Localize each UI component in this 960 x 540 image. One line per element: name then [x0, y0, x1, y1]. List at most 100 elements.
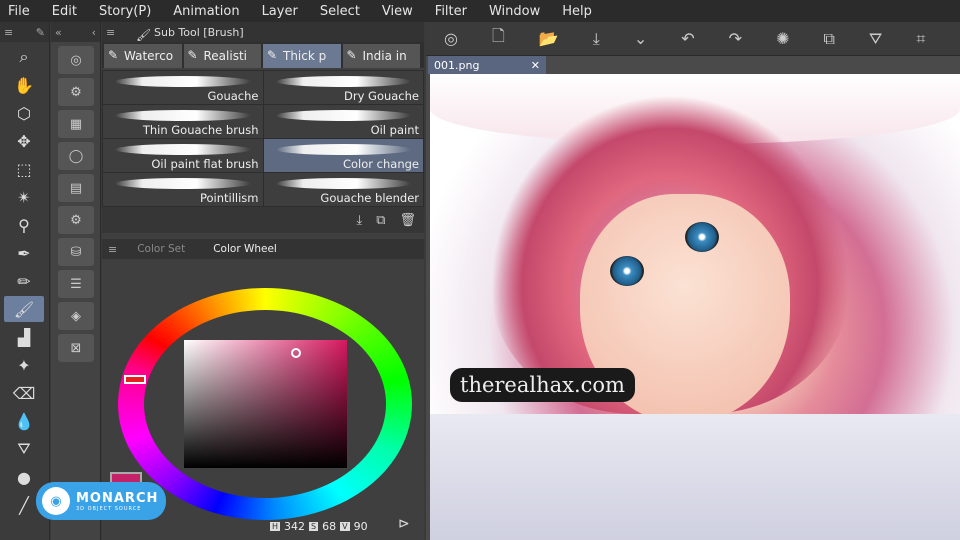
menu-story[interactable]: Story(P) — [99, 4, 151, 19]
hand-tool-icon[interactable]: ✋ — [4, 72, 44, 98]
shape-tool-icon[interactable]: ● — [4, 464, 44, 490]
tool-palette-header: ≡ ✎ — [0, 22, 49, 42]
s-label: S — [309, 522, 319, 531]
stroke-preview — [275, 144, 411, 155]
brush-oil-paint[interactable]: Oil paint — [263, 105, 423, 138]
redo-icon[interactable]: ↷ — [729, 29, 742, 48]
brush-thin-gouache[interactable]: Thin Gouache brush — [103, 105, 263, 138]
brush-pointillism[interactable]: Pointillism — [103, 173, 263, 206]
crop-icon[interactable]: ⌗ — [916, 29, 925, 49]
trash-icon[interactable]: 🗑 — [399, 213, 416, 228]
selection-tool-icon[interactable]: ⬚ — [4, 156, 44, 182]
chevron-down-icon[interactable]: ⌄ — [634, 29, 647, 48]
brush-gouache-blender[interactable]: Gouache blender — [263, 173, 423, 206]
transform-icon[interactable]: ⧉ — [823, 29, 834, 49]
layer-icon[interactable]: ◎ — [444, 29, 458, 48]
logo-text: MONARCH 3D OBJECT SOURCE — [76, 491, 158, 512]
brush-icon: 🖌 — [136, 28, 152, 42]
hsv-readout: H 342 S 68 V 90 — [270, 520, 368, 533]
pen-tool-icon[interactable]: ✒ — [4, 240, 44, 266]
brush-label: Gouache blender — [320, 191, 419, 205]
saturation-value: 68 — [322, 520, 337, 533]
tab-watercolor[interactable]: ✎ Waterco — [104, 44, 182, 68]
menu-view[interactable]: View — [382, 4, 413, 19]
object-tool-icon[interactable]: ⬡ — [4, 100, 44, 126]
collapse-icon[interactable]: ≡ — [4, 26, 13, 39]
tool-property-icon[interactable]: ⚙ — [58, 206, 94, 234]
layers-icon[interactable]: ☰ — [58, 270, 94, 298]
brush-color-change[interactable]: Color change — [263, 139, 423, 172]
import-icon[interactable]: ⤓ — [356, 213, 362, 228]
brush-list: Gouache Dry Gouache Thin Gouache brush O… — [102, 70, 424, 207]
pencil-tool-icon[interactable]: ✏ — [4, 268, 44, 294]
magic-wand-icon[interactable]: ✴ — [4, 184, 44, 210]
menu-animation[interactable]: Animation — [173, 4, 239, 19]
brush-tool-icon[interactable]: 🖌 — [4, 296, 44, 322]
saturation-value-square[interactable] — [184, 340, 347, 468]
tab-color-wheel[interactable]: Color Wheel — [205, 240, 285, 258]
brush-oil-paint-flat[interactable]: Oil paint flat brush — [103, 139, 263, 172]
logo-name: MONARCH — [76, 490, 159, 506]
menu-window[interactable]: Window — [489, 4, 540, 19]
watermark-text: therealhax.com — [450, 368, 635, 402]
save-icon[interactable]: ⤓ — [593, 29, 600, 49]
airbrush-tool-icon[interactable]: ▟ — [4, 324, 44, 350]
subtool-title: 🖌 Sub Tool [Brush] — [126, 22, 424, 43]
canvas-artwork[interactable]: therealhax.com — [430, 74, 960, 540]
brightness-value: 90 — [353, 520, 368, 533]
eraser-tool-icon[interactable]: ⌫ — [4, 380, 44, 406]
menu-filter[interactable]: Filter — [435, 4, 467, 19]
canvas-area: ◎ 🗋 📂 ⤓ ⌄ ↶ ↷ ✺ ⧉ ⛛ ⌗ 001.png ✕ therealh… — [426, 22, 960, 540]
close-icon[interactable]: ✕ — [531, 59, 540, 72]
menu-edit[interactable]: Edit — [52, 4, 77, 19]
brush-dry-gouache[interactable]: Dry Gouache — [263, 71, 423, 104]
tab-label: Color Wheel — [213, 243, 277, 255]
navigator-icon[interactable]: ◎ — [58, 46, 94, 74]
fill-icon[interactable]: ⛛ — [869, 29, 882, 49]
new-file-icon[interactable]: 🗋 — [492, 25, 505, 52]
menu-icon[interactable]: ≡ — [106, 26, 115, 39]
loading-icon[interactable]: ✺ — [776, 29, 789, 48]
menu-layer[interactable]: Layer — [262, 4, 298, 19]
open-folder-icon[interactable]: 📂 — [539, 29, 559, 48]
menu-select[interactable]: Select — [320, 4, 360, 19]
document-tab[interactable]: 001.png ✕ — [428, 56, 546, 74]
zoom-tool-icon[interactable]: ⌕ — [4, 44, 44, 70]
menu-icon[interactable]: ≡ — [108, 243, 117, 256]
material-icon[interactable]: ⛁ — [58, 238, 94, 266]
fill-tool-icon[interactable]: ⛛ — [4, 436, 44, 462]
left-eye — [610, 256, 644, 286]
chevron-left-icon[interactable]: ‹ — [92, 26, 96, 39]
decoration-tool-icon[interactable]: ✦ — [4, 352, 44, 378]
tab-india-ink[interactable]: ✎ India in — [342, 44, 420, 68]
subtool-panel: ≡ 🖌 Sub Tool [Brush] ✎ Waterco ✎ Realisti … — [102, 22, 424, 540]
brush-settings-icon[interactable]: ⚙ — [58, 78, 94, 106]
tab-thick-paint[interactable]: ✎ Thick p — [263, 44, 341, 68]
stroke-preview — [275, 76, 411, 87]
sv-cursor[interactable] — [291, 348, 301, 358]
tab-color-set[interactable]: Color Set — [129, 240, 193, 258]
image-icon[interactable]: ⊠ — [58, 334, 94, 362]
duplicate-icon[interactable]: ⧉ — [376, 213, 385, 228]
menu-help[interactable]: Help — [562, 4, 592, 19]
hue-cursor[interactable] — [124, 375, 146, 384]
brush-label: Pointillism — [199, 191, 259, 205]
play-icon[interactable]: ⊳ — [398, 516, 410, 532]
collapse-icon[interactable]: « — [55, 26, 62, 39]
move-tool-icon[interactable]: ✥ — [4, 128, 44, 154]
brush-gouache[interactable]: Gouache — [103, 71, 263, 104]
eyedropper-icon[interactable]: ⚲ — [4, 212, 44, 238]
menu-file[interactable]: File — [8, 4, 30, 19]
brush-group-tabs: ✎ Waterco ✎ Realisti ✎ Thick p ✎ India in — [102, 42, 424, 68]
undo-icon[interactable]: ↶ — [681, 29, 694, 48]
circle-panel-icon[interactable]: ◯ — [58, 142, 94, 170]
layer-grid-icon[interactable]: ▦ — [58, 110, 94, 138]
document-tab-label: 001.png — [434, 58, 480, 72]
tab-label: India in — [362, 49, 407, 63]
film-icon[interactable]: ▤ — [58, 174, 94, 202]
blend-tool-icon[interactable]: 💧 — [4, 408, 44, 434]
tab-realistic[interactable]: ✎ Realisti — [183, 44, 261, 68]
stack-icon[interactable]: ◈ — [58, 302, 94, 330]
stroke-preview — [115, 144, 251, 155]
stroke-preview — [275, 178, 411, 189]
